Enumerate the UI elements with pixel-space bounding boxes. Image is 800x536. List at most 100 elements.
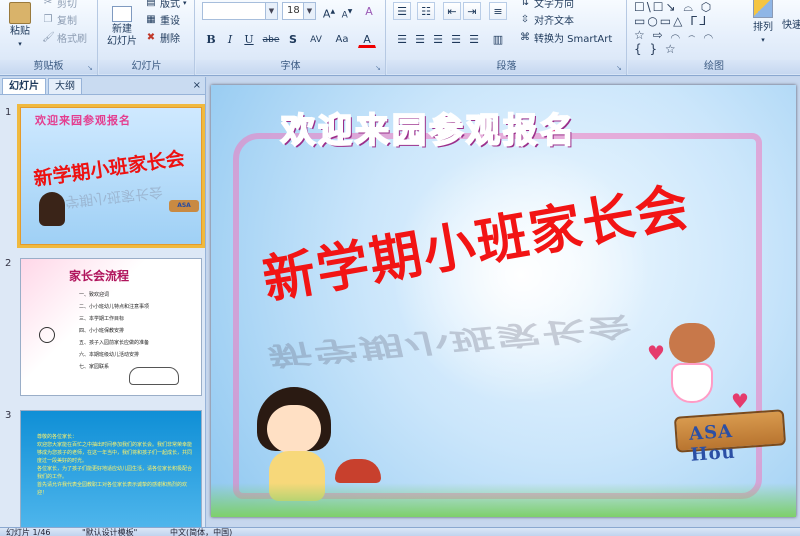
arrange-icon — [753, 0, 773, 18]
font-color-button[interactable]: A — [358, 30, 376, 48]
slides-group-label: 幻灯片 — [99, 60, 194, 74]
drawing-group-label: 绘图 — [628, 60, 800, 74]
slide-position: 幻灯片 1/46 — [6, 528, 51, 536]
align-text-icon: ⇳ — [520, 13, 530, 25]
reset-button[interactable]: ▦ 重设 — [145, 12, 180, 28]
columns-icon: ▥ — [492, 33, 504, 46]
scissors-icon: ✂ — [43, 0, 53, 8]
strikethrough-button[interactable]: abe — [259, 30, 283, 48]
current-slide[interactable]: 欢迎来园参观报名 新学期小班家长会 新学期小班家长会 ♥ ♥ ASA Hou — [211, 85, 796, 517]
underline-button[interactable]: U — [240, 30, 258, 48]
bold-button[interactable]: B — [202, 30, 220, 48]
font-name-combo[interactable]: ▼ — [202, 2, 278, 20]
grass-decoration — [211, 483, 796, 517]
panel-tabs: 幻灯片 大纲 × — [0, 77, 205, 95]
arrange-button[interactable]: 排列 ▾ — [748, 0, 778, 46]
slides-panel: 幻灯片 大纲 × 1 欢迎来园参观报名 新学期小班家长会 新学期小班家长会 AS… — [0, 77, 206, 527]
slide-thumbnail-2[interactable]: 家长会流程 一、致欢迎词 二、小小班幼儿特点和注意事项 三、本学期工作目标 四、… — [20, 258, 202, 396]
slide-thumbnail-3[interactable]: 尊敬的各位家长： 欢迎您大家能在百忙之中抽出时间参加我们的家长会。我们非常荣幸能… — [20, 410, 202, 527]
slide-title[interactable]: 欢迎来园参观报名 — [280, 103, 577, 152]
thumb-list: 一、致欢迎词 二、小小班幼儿特点和注意事项 三、本学期工作目标 四、小小班保教安… — [79, 292, 150, 370]
copy-icon: ❐ — [43, 13, 53, 25]
change-case-button[interactable]: Aa — [330, 30, 354, 48]
clipboard-launcher-icon[interactable]: ↘ — [87, 64, 95, 72]
shrink-font-button[interactable]: A▼ — [338, 2, 356, 21]
clear-format-button[interactable]: A — [360, 2, 378, 20]
chevron-down-icon: ▼ — [265, 3, 277, 19]
delete-slide-button[interactable]: ✖ 删除 — [145, 30, 180, 46]
quick-styles-button[interactable]: 快速 — [780, 20, 800, 32]
shadow-button[interactable]: S — [284, 30, 302, 48]
distribute-button[interactable]: ☰ — [465, 30, 483, 48]
italic-button[interactable]: I — [221, 30, 239, 48]
outdent-icon: ⇤ — [447, 5, 457, 18]
align-text-button[interactable]: ⇳ 对齐文本 — [519, 12, 574, 28]
delete-icon: ✖ — [146, 31, 156, 43]
convert-smartart-button[interactable]: ⌘ 转换为 SmartArt — [519, 30, 612, 46]
new-slide-label: 新建 幻灯片 — [107, 24, 137, 47]
text-direction-button[interactable]: ⇅ 文字方向 — [519, 0, 574, 10]
thumb-main-text: 新学期小班家长会 — [32, 147, 187, 191]
align-right-icon: ☰ — [433, 33, 443, 46]
bullets-button[interactable]: ☰ — [393, 2, 411, 20]
thumb-body-text: 尊敬的各位家长： 欢迎您大家能在百忙之中抽出时间参加我们的家长会。我们非常荣幸能… — [37, 434, 193, 496]
font-group-label: 字体 — [196, 60, 385, 74]
decrease-indent-button[interactable]: ⇤ — [443, 2, 461, 20]
cut-button[interactable]: ✂ 剪切 — [42, 0, 77, 10]
paragraph-group: ☰ ☷ ⇤ ⇥ ≡ ⇅ 文字方向 ⇳ 对齐文本 ⌘ 转换为 SmartArt ☰ ☰ … — [387, 0, 627, 75]
paste-icon — [9, 2, 31, 24]
line-spacing-icon: ≡ — [493, 5, 503, 18]
shapes-gallery[interactable]: ☐\☐↘ ⌓ ⬡ ▭○▭△ ᒥᒧ ☆ ⇨ ⌒ ⌢ ⌒ { } ☆ — [634, 0, 724, 56]
chevron-down-icon: ▼ — [303, 3, 315, 19]
align-left-icon: ☰ — [397, 33, 407, 46]
align-center-icon: ☰ — [415, 33, 425, 46]
girl-illustration — [661, 323, 721, 403]
layout-button[interactable]: ▤ 版式 ▾ — [145, 0, 186, 10]
clipboard-group: 粘贴 ▾ ✂ 剪切 ❐ 复制 🖌 格式刷 剪贴板 ↘ — [0, 0, 98, 75]
justify-button[interactable]: ☰ — [447, 30, 465, 48]
thumb-girl-figure — [39, 192, 65, 226]
grow-font-button[interactable]: A▲ — [320, 2, 338, 21]
wood-sign: ASA Hou — [673, 409, 787, 466]
text-direction-icon: ⇅ — [520, 0, 530, 8]
numbered-list-icon: ☷ — [421, 5, 431, 18]
paste-label: 粘贴 — [10, 26, 30, 37]
tab-outline[interactable]: 大纲 — [48, 78, 82, 94]
thumb-sign: ASA — [169, 200, 199, 212]
paragraph-launcher-icon[interactable]: ↘ — [616, 64, 624, 72]
copy-button[interactable]: ❐ 复制 — [42, 12, 77, 28]
heart-icon: ♥ — [647, 341, 665, 365]
theme-name[interactable]: "默认设计模板" — [82, 528, 137, 536]
numbering-button[interactable]: ☷ — [417, 2, 435, 20]
align-center-button[interactable]: ☰ — [411, 30, 429, 48]
char-spacing-button[interactable]: AV — [304, 30, 328, 48]
car-icon — [129, 367, 179, 385]
font-size-combo[interactable]: 18 ▼ — [282, 2, 316, 20]
bullet-list-icon: ☰ — [397, 5, 407, 18]
tab-slides[interactable]: 幻灯片 — [2, 78, 46, 94]
format-painter-button[interactable]: 🖌 格式刷 — [42, 30, 87, 46]
clipboard-group-label: 剪贴板 — [0, 60, 97, 74]
justify-icon: ☰ — [451, 33, 461, 46]
increase-indent-button[interactable]: ⇥ — [463, 2, 481, 20]
smartart-icon: ⌘ — [520, 31, 530, 43]
language-indicator[interactable]: 中文(简体，中国) — [170, 528, 232, 536]
align-left-button[interactable]: ☰ — [393, 30, 411, 48]
slide-number: 2 — [5, 258, 12, 269]
indent-icon: ⇥ — [467, 5, 477, 18]
columns-button[interactable]: ▥ — [489, 30, 507, 48]
font-launcher-icon[interactable]: ↘ — [375, 64, 383, 72]
close-icon[interactable]: × — [193, 78, 201, 94]
stick-figure-icon — [39, 327, 55, 343]
slide-number: 1 — [5, 107, 12, 118]
thumb-title: 欢迎来园参观报名 — [35, 114, 131, 127]
paste-button[interactable]: 粘贴 ▾ — [4, 2, 36, 50]
paragraph-group-label: 段落 — [387, 60, 626, 74]
new-slide-button[interactable]: 新建 幻灯片 — [103, 2, 141, 48]
slide-number: 3 — [5, 410, 12, 421]
slide-thumbnail-1[interactable]: 欢迎来园参观报名 新学期小班家长会 新学期小班家长会 ASA — [17, 104, 205, 248]
align-right-button[interactable]: ☰ — [429, 30, 447, 48]
slide-editor: 欢迎来园参观报名 新学期小班家长会 新学期小班家长会 ♥ ♥ ASA Hou — [207, 77, 800, 527]
line-spacing-button[interactable]: ≡ — [489, 2, 507, 20]
mushroom-illustration — [335, 459, 381, 483]
